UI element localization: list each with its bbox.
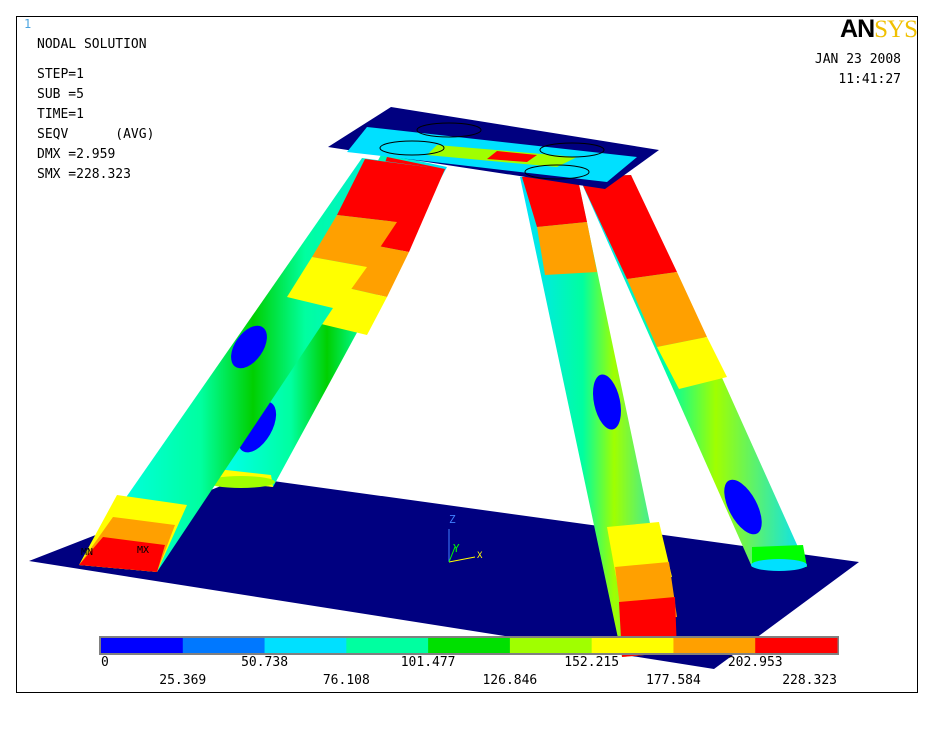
graphics-viewport[interactable]: 1 ANSYS NODAL SOLUTION STEP=1 SUB =5 TIM… [16,15,918,693]
solution-title: NODAL SOLUTION [37,37,147,52]
legend-label: 76.108 [322,673,370,688]
legend-swatch [264,638,347,653]
legend-swatch [346,638,429,653]
time-of-day-label: 11:41:27 [838,72,901,87]
legend-swatch [673,638,756,653]
triad-x-label: X [477,551,483,561]
legend-label: 177.584 [646,673,701,688]
legend-bar [101,638,838,653]
legend-label: 126.846 [482,673,538,688]
step-label: STEP=1 [37,67,84,82]
legend-swatch [428,638,511,653]
triad-z-label: Z [449,513,456,526]
dmx-label: DMX =2.959 [37,147,116,162]
legend-swatch [755,638,838,653]
smx-label: SMX =228.323 [37,167,131,182]
legend-swatch [101,638,184,653]
window-number: 1 [24,17,32,31]
legend-label: 101.477 [400,655,456,670]
legend-label: 228.323 [782,673,837,688]
legend-swatch [591,638,674,653]
min-marker: MN [81,547,94,558]
time-label: TIME=1 [37,107,84,122]
legend-label: 50.738 [241,655,289,670]
legend-swatch [182,638,266,653]
date-label: JAN 23 2008 [814,52,901,67]
triad-y-label: Y [453,542,460,555]
legend-label: 25.369 [159,673,207,688]
ansys-logo: ANSYS [840,15,918,43]
substep-label: SUB =5 [37,87,84,102]
legend-label: 202.953 [727,655,783,670]
legend-label: 152.215 [564,655,620,670]
stress-contour-model [29,107,859,669]
result-label: SEQV (AVG) [37,127,155,142]
legend-swatch [509,638,593,653]
legend-label: 0 [101,655,109,670]
max-marker: MX [137,545,150,556]
